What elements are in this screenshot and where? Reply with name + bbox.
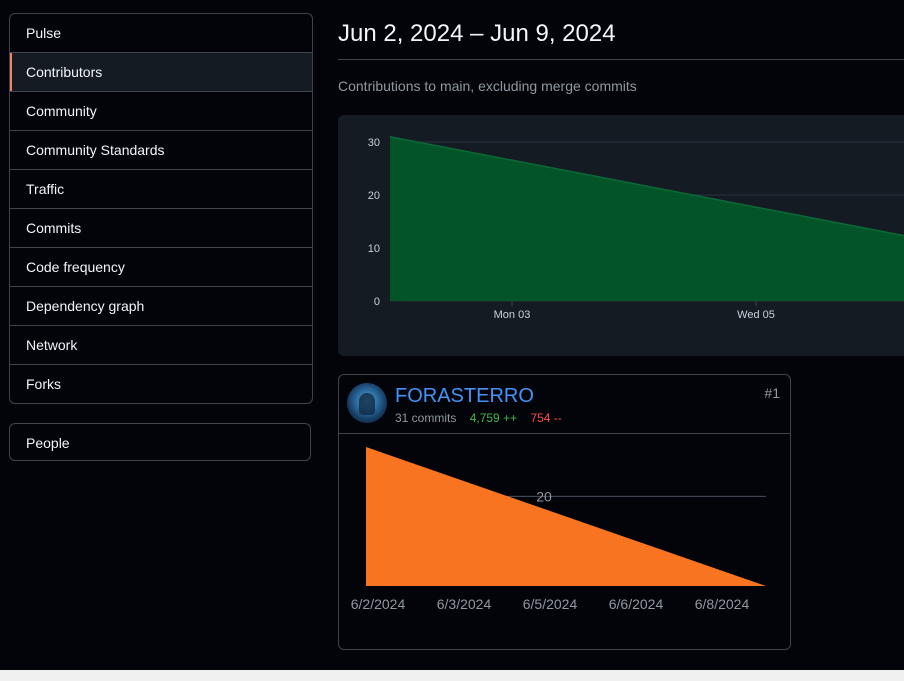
sidebar-item-label: Pulse <box>26 25 62 41</box>
sidebar-item-community[interactable]: Community <box>10 91 312 130</box>
contributor-xtick-label: 6/3/2024 <box>437 596 492 612</box>
contributor-xtick-label: 6/6/2024 <box>609 596 664 612</box>
overview-ytick-label: 20 <box>368 190 380 202</box>
sidebar-item-label: Code frequency <box>26 259 125 275</box>
overview-chart[interactable]: 0 10 20 30 Mon 03 Wed 05 <box>338 115 904 356</box>
commit-count-link[interactable]: 31 commits <box>395 411 456 425</box>
overview-xtick-label: Wed 05 <box>737 309 775 321</box>
sidebar-item-commits[interactable]: Commits <box>10 208 312 247</box>
page-title: Jun 2, 2024 – Jun 9, 2024 <box>338 20 616 47</box>
title-divider <box>338 59 904 60</box>
contributor-chart-svg: 20 6/2/2024 6/3/2024 6/5/2024 6/6/2024 6/8/20… <box>351 447 766 612</box>
contributor-ytick-label: 20 <box>536 488 552 504</box>
overview-area <box>390 136 904 301</box>
contributor-area <box>366 447 766 586</box>
overview-ytick-label: 0 <box>374 296 380 308</box>
insights-sidebar: Pulse Contributors Community Community Stan… <box>9 13 313 404</box>
app-viewport: Pulse Contributors Community Community Stan… <box>0 0 904 670</box>
sidebar-item-community-standards[interactable]: Community Standards <box>10 130 312 169</box>
sidebar-item-label: People <box>26 435 70 451</box>
overview-ytick-label: 10 <box>368 243 380 255</box>
overview-chart-svg: 0 10 20 30 Mon 03 Wed 05 <box>368 135 904 321</box>
window-bottom-edge <box>0 670 904 681</box>
sidebar-item-label: Network <box>26 337 78 353</box>
sidebar-item-label: Community Standards <box>26 142 165 158</box>
sidebar-item-contributors[interactable]: Contributors <box>10 52 312 91</box>
sidebar-item-traffic[interactable]: Traffic <box>10 169 312 208</box>
sidebar-item-people[interactable]: People <box>9 423 311 461</box>
deletions-count: 754 -- <box>530 411 562 425</box>
sidebar-item-network[interactable]: Network <box>10 325 312 364</box>
contributor-stats: 31 commits 4,759 ++ 754 -- <box>395 411 562 425</box>
sidebar-item-label: Contributors <box>26 64 103 80</box>
sidebar-item-label: Commits <box>26 220 82 236</box>
contributor-card-header: FORASTERRO 31 commits 4,759 ++ 754 -- #1 <box>339 375 790 434</box>
sidebar-item-pulse[interactable]: Pulse <box>10 14 312 52</box>
sidebar-item-label: Forks <box>26 376 61 392</box>
overview-xtick-label: Mon 03 <box>494 309 531 321</box>
sidebar-item-label: Community <box>26 103 97 119</box>
page-subtitle: Contributions to main, excluding merge c… <box>338 78 637 94</box>
contributor-rank: #1 <box>764 385 780 401</box>
contributor-login-link[interactable]: FORASTERRO <box>395 385 534 408</box>
sidebar-item-code-frequency[interactable]: Code frequency <box>10 247 312 286</box>
sidebar-item-label: Dependency graph <box>26 298 145 314</box>
sidebar-item-dependency-graph[interactable]: Dependency graph <box>10 286 312 325</box>
overview-ytick-label: 30 <box>368 137 380 149</box>
additions-count: 4,759 ++ <box>469 411 518 425</box>
contributor-xtick-label: 6/2/2024 <box>351 596 406 612</box>
avatar[interactable] <box>347 383 387 423</box>
contributor-xtick-label: 6/8/2024 <box>695 596 750 612</box>
contributor-card: FORASTERRO 31 commits 4,759 ++ 754 -- #1… <box>338 374 791 650</box>
contributor-xtick-label: 6/5/2024 <box>523 596 578 612</box>
sidebar-item-label: Traffic <box>26 181 65 197</box>
sidebar-item-forks[interactable]: Forks <box>10 364 312 403</box>
